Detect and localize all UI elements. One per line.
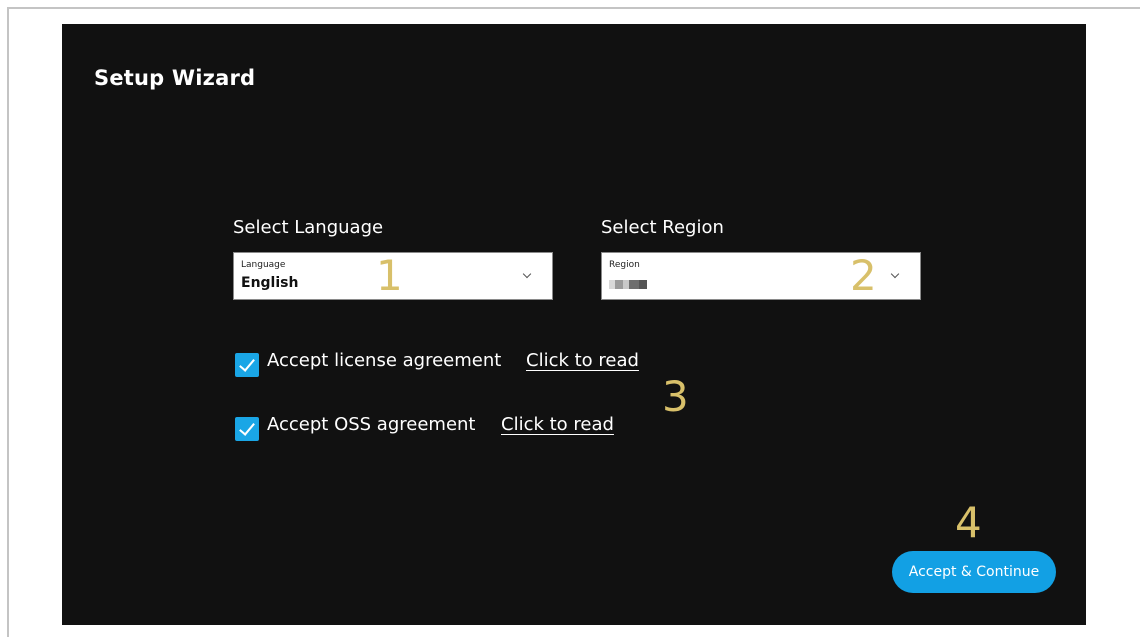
license-label: Accept license agreement bbox=[267, 350, 502, 371]
chevron-down-icon bbox=[522, 269, 532, 279]
oss-label: Accept OSS agreement bbox=[267, 414, 476, 435]
step-number-2: 2 bbox=[850, 251, 877, 300]
accept-continue-button[interactable]: Accept & Continue bbox=[892, 551, 1056, 593]
oss-read-link[interactable]: Click to read bbox=[501, 414, 614, 435]
license-read-link[interactable]: Click to read bbox=[526, 350, 639, 371]
select-language-label: Select Language bbox=[233, 217, 384, 238]
language-field-label: Language bbox=[241, 260, 286, 270]
page-title: Setup Wizard bbox=[94, 66, 256, 90]
language-value: English bbox=[241, 275, 299, 291]
setup-wizard-screen: Setup Wizard Select Language Language En… bbox=[62, 24, 1086, 625]
oss-checkbox[interactable] bbox=[235, 417, 259, 441]
step-number-1: 1 bbox=[376, 251, 403, 300]
license-checkbox[interactable] bbox=[235, 353, 259, 377]
region-field-label: Region bbox=[609, 260, 640, 270]
region-value-redacted bbox=[609, 280, 647, 289]
select-region-label: Select Region bbox=[601, 217, 724, 238]
chevron-down-icon bbox=[890, 269, 900, 279]
step-number-4: 4 bbox=[955, 498, 982, 547]
step-number-3: 3 bbox=[662, 372, 689, 421]
